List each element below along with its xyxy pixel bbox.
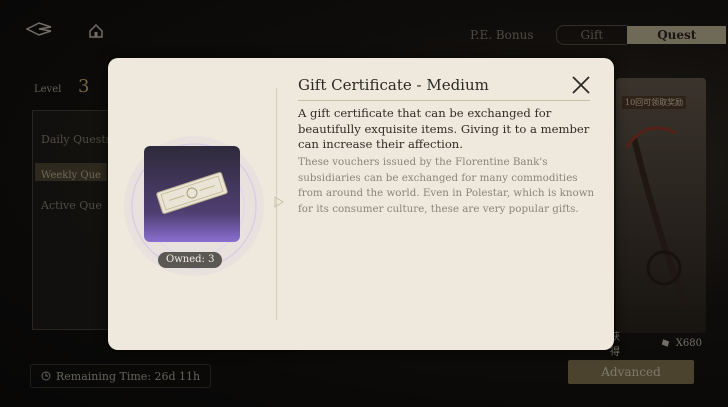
item-title: Gift Certificate - Medium bbox=[298, 76, 489, 94]
item-card bbox=[144, 146, 240, 242]
item-detail-modal: Owned: 3 Gift Certificate - Medium A gif… bbox=[108, 58, 614, 350]
divider-arrow-icon bbox=[274, 196, 284, 208]
close-icon[interactable] bbox=[570, 74, 592, 96]
owned-count: Owned: 3 bbox=[158, 252, 223, 268]
item-lore: These vouchers issued by the Florentine … bbox=[298, 156, 595, 215]
title-rule bbox=[298, 100, 590, 101]
item-description: A gift certificate that can be exchanged… bbox=[298, 106, 590, 151]
gift-certificate-icon bbox=[156, 172, 228, 214]
